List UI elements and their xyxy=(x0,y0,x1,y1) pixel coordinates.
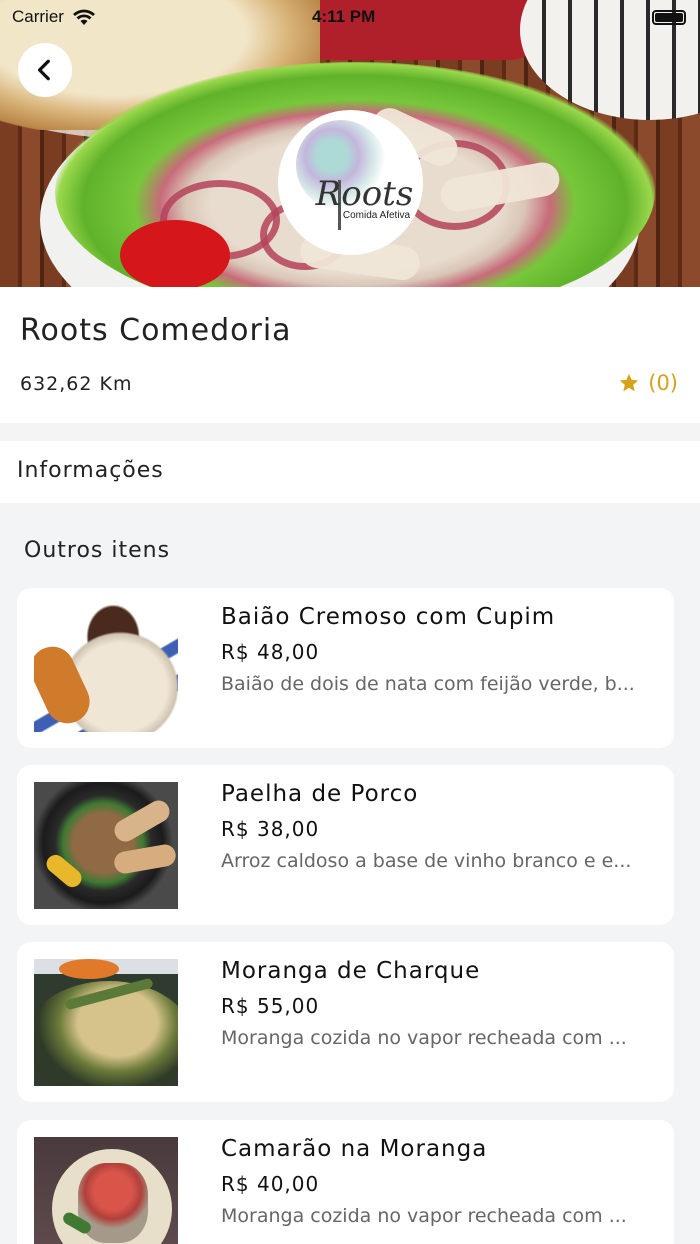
item-photo xyxy=(34,959,178,1086)
item-description: Moranga cozida no vapor recheada com ... xyxy=(221,1027,627,1049)
battery-icon xyxy=(652,10,686,25)
store-name: Roots Comedoria xyxy=(20,313,292,348)
item-price: R$ 48,00 xyxy=(221,640,320,664)
star-icon xyxy=(620,373,639,392)
info-label: Informações xyxy=(17,458,164,483)
item-name: Paelha de Porco xyxy=(221,781,419,807)
store-rating[interactable]: (0) xyxy=(618,371,678,395)
item-name: Moranga de Charque xyxy=(221,958,481,984)
menu-item-card[interactable]: Moranga de Charque R$ 55,00 Moranga cozi… xyxy=(17,942,674,1102)
other-items-title: Outros itens xyxy=(24,538,171,563)
clock: 4:11 PM xyxy=(312,7,376,26)
store-distance: 632,62 Km xyxy=(20,373,133,395)
item-photo xyxy=(34,782,178,909)
item-description: Arroz caldoso a base de vinho branco e e… xyxy=(221,850,632,872)
item-price: R$ 55,00 xyxy=(221,994,320,1018)
info-row[interactable]: Informações xyxy=(0,441,700,503)
back-button[interactable] xyxy=(18,43,72,97)
logo-subtitle: Comida Afetiva xyxy=(342,210,411,221)
item-price: R$ 40,00 xyxy=(221,1172,320,1196)
logo-wordmark: Roots xyxy=(315,174,414,214)
carrier-label: Carrier xyxy=(12,7,64,26)
menu-item-card[interactable]: Paelha de Porco R$ 38,00 Arroz caldoso a… xyxy=(17,765,674,925)
rating-count: (0) xyxy=(648,371,678,395)
store-logo: Roots Comida Afetiva xyxy=(278,110,423,255)
menu-item-card[interactable]: Baião Cremoso com Cupim R$ 48,00 Baião d… xyxy=(17,588,674,748)
wifi-icon xyxy=(72,9,95,25)
status-bar: Carrier 4:11 PM xyxy=(0,0,700,36)
item-price: R$ 38,00 xyxy=(221,817,320,841)
store-header: Roots Comedoria 632,62 Km (0) xyxy=(0,287,700,423)
item-photo xyxy=(34,605,178,732)
item-name: Camarão na Moranga xyxy=(221,1136,488,1162)
menu-item-card[interactable]: Camarão na Moranga R$ 40,00 Moranga cozi… xyxy=(17,1120,674,1244)
item-photo xyxy=(34,1137,178,1244)
item-name: Baião Cremoso com Cupim xyxy=(221,604,556,630)
chevron-left-icon xyxy=(37,59,50,81)
item-description: Moranga cozida no vapor recheada com ... xyxy=(221,1205,627,1227)
item-description: Baião de dois de nata com feijão verde, … xyxy=(221,673,635,695)
